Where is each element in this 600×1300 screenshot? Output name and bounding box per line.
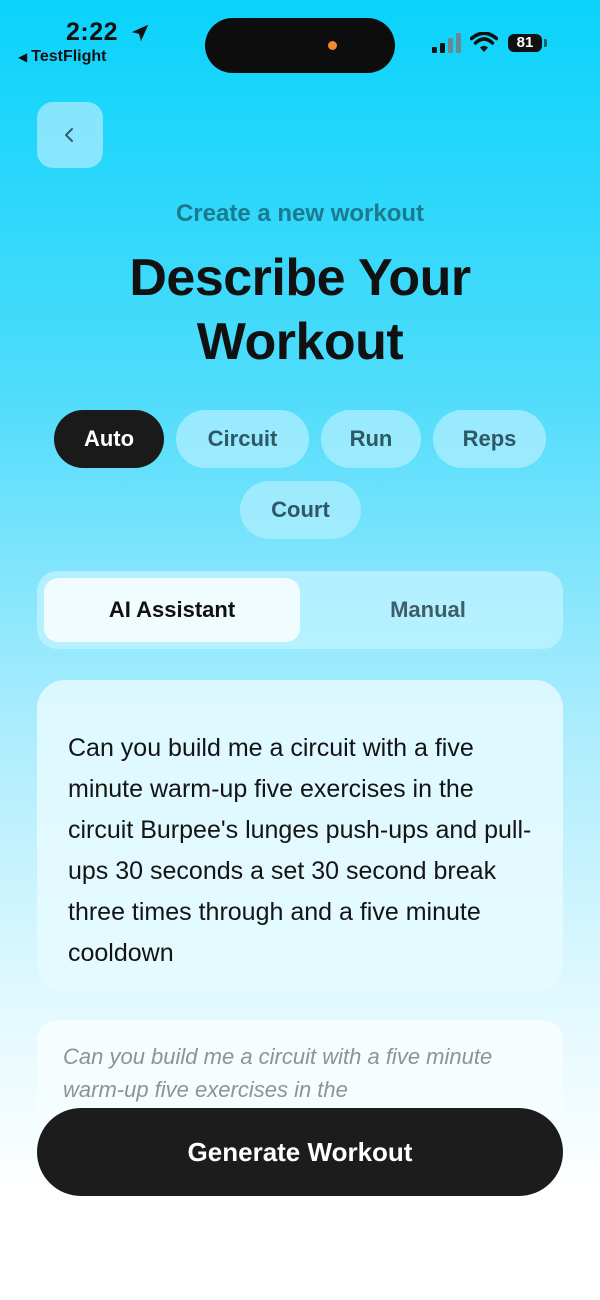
generate-workout-button[interactable]: Generate Workout [37,1108,563,1196]
back-app-label: TestFlight [31,48,107,65]
chevron-left-icon [65,128,73,142]
workout-type-auto-chip[interactable]: Auto [54,410,164,468]
workout-type-circuit-chip[interactable]: Circuit [176,410,309,468]
workout-type-run-chip[interactable]: Run [321,410,421,468]
back-button[interactable] [37,102,103,168]
battery-icon: 81 [508,34,542,52]
input-placeholder: Can you build me a circuit with a five m… [63,1044,493,1102]
transcript-text: Can you build me a circuit with a five m… [68,734,532,967]
dynamic-island [205,18,395,73]
tab-manual[interactable]: Manual [300,578,556,642]
wifi-icon [470,32,498,52]
battery-tip [544,39,547,47]
page-subtitle: Create a new workout [175,200,425,227]
tab-ai-assistant[interactable]: AI Assistant [44,578,300,642]
location-arrow-icon [131,24,149,42]
back-triangle-icon: ◀ [18,50,28,64]
transcript-card: Can you build me a circuit with a five m… [37,680,563,992]
workout-type-court-chip[interactable]: Court [240,481,361,539]
signal-icon [432,33,461,53]
workout-type-reps-chip[interactable]: Reps [433,410,546,468]
privacy-indicator-dot [328,41,337,50]
back-to-app-link[interactable]: ◀ TestFlight [18,48,106,66]
page-title: Describe Your Workout [129,249,471,371]
mode-segmented-control: AI Assistant Manual [37,571,563,649]
status-time: 2:22 [66,18,119,46]
